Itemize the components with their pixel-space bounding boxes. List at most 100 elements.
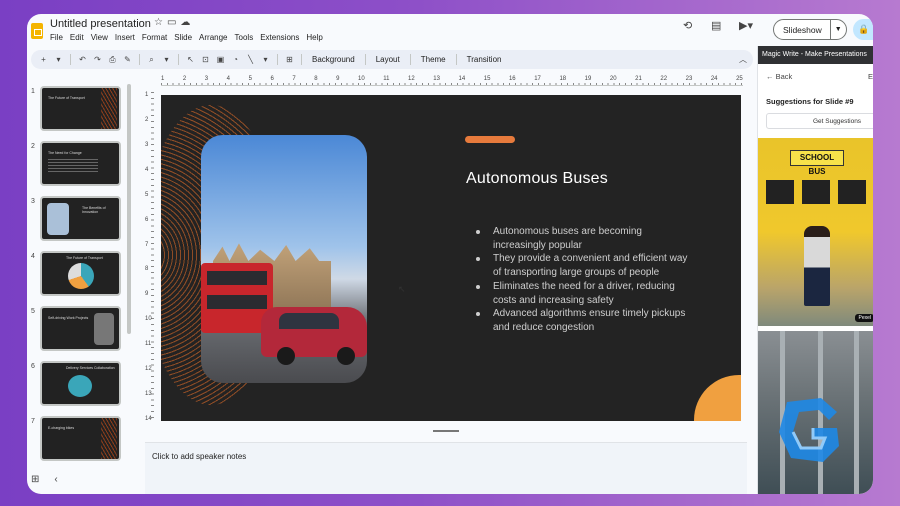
collapse-panel-icon[interactable]: ‹ <box>54 474 57 485</box>
menu-extensions[interactable]: Extensions <box>260 33 299 42</box>
slide-number: 6 <box>31 363 35 370</box>
layout-button[interactable]: Layout <box>370 55 406 64</box>
crop-icon[interactable]: ⊡ <box>198 55 213 64</box>
slide-thumbnail[interactable]: The Future of Transport <box>40 251 121 296</box>
collapse-toolbar-icon[interactable]: ︿ <box>739 54 747 65</box>
comments-icon[interactable]: ▤ <box>711 19 721 32</box>
arrow-left-icon: ← <box>766 72 776 81</box>
orange-circle-shape[interactable] <box>694 375 741 421</box>
accent-bar[interactable] <box>465 136 515 143</box>
slide-thumbnail[interactable]: The Future of Transport <box>40 86 121 131</box>
line-icon[interactable]: ╲ <box>243 55 258 64</box>
menu-slide[interactable]: Slide <box>174 33 192 42</box>
menu-tools[interactable]: Tools <box>235 33 254 42</box>
grid-view-icon[interactable]: ⊞ <box>31 474 39 485</box>
print-icon[interactable]: ⎙ <box>105 55 120 65</box>
cloud-icon[interactable]: ☁ <box>180 17 194 28</box>
ruler-tick-label: 8 <box>314 76 318 82</box>
ruler-tick-label: 6 <box>270 76 274 82</box>
thumb-decoration <box>101 88 117 129</box>
redo-icon[interactable]: ↷ <box>90 55 105 64</box>
divider <box>277 54 278 65</box>
ruler-tick-label: 19 <box>584 76 592 82</box>
paint-format-icon[interactable]: ✎ <box>120 55 135 64</box>
ruler-tick-label: 25 <box>736 76 743 82</box>
slide-thumbnail[interactable]: Self-driving Work Projects <box>40 306 121 351</box>
transition-button[interactable]: Transition <box>461 55 508 64</box>
bullet-item: Advanced algorithms ensure timely pickup… <box>473 307 693 334</box>
ruler-tick-label: 11 <box>145 341 152 348</box>
comment-icon[interactable]: ⊞ <box>282 55 297 64</box>
slide-bullet-list[interactable]: Autonomous buses are becoming increasing… <box>473 225 693 335</box>
history-icon[interactable]: ⟲ <box>683 19 692 32</box>
slide-number: 7 <box>31 418 35 425</box>
divider <box>409 54 411 65</box>
star-icon[interactable]: ☆ <box>154 17 167 28</box>
speaker-notes-placeholder: Click to add speaker notes <box>152 452 247 461</box>
theme-button[interactable]: Theme <box>415 55 452 64</box>
title-actions: ☆▭☁ <box>154 17 194 28</box>
speaker-notes[interactable]: Click to add speaker notes <box>145 442 747 494</box>
chevron-down-icon[interactable]: ▾ <box>159 55 174 64</box>
chevron-down-icon[interactable]: ▾ <box>258 55 273 64</box>
slides-logo-icon[interactable] <box>31 23 43 39</box>
ruler-tick-label: 5 <box>248 76 252 82</box>
share-lock-icon[interactable]: 🔒 <box>853 19 873 40</box>
document-title[interactable]: Untitled presentation <box>50 18 151 30</box>
slide-number: 5 <box>31 308 35 315</box>
background-button[interactable]: Background <box>306 55 361 64</box>
menu-view[interactable]: View <box>91 33 108 42</box>
ruler-tick-label: 7 <box>145 241 149 248</box>
slide-thumbnail[interactable]: The Benefits of Innovation <box>40 196 121 241</box>
ruler-tick-label: 2 <box>145 116 149 123</box>
slide-thumbnail[interactable]: E-charging bikes <box>40 416 121 461</box>
menu-file[interactable]: File <box>50 33 63 42</box>
toolbar: + ▾ ↶ ↷ ⎙ ✎ ⌕ ▾ ↖ ⊡ ▣ ◔ ╲ ▾ ⊞ Background… <box>31 50 753 69</box>
photo-wheel <box>337 347 355 365</box>
ruler-tick-label: 14 <box>145 415 152 422</box>
ruler-tick-label: 14 <box>458 76 466 82</box>
slide-heading[interactable]: Autonomous Buses <box>466 170 608 188</box>
chevron-down-icon[interactable]: ▾ <box>51 55 66 64</box>
slide-canvas[interactable]: Autonomous Buses Autonomous buses are be… <box>161 95 741 421</box>
select-icon[interactable]: ↖ <box>183 55 198 64</box>
ruler-tick-label: 1 <box>145 92 149 98</box>
new-slide-icon[interactable]: + <box>36 55 51 64</box>
ruler-tick-label: 10 <box>358 76 365 82</box>
slide-photo-london-bus[interactable] <box>201 135 367 383</box>
slide-thumbnail[interactable]: The Need for Change <box>40 141 121 186</box>
ruler-tick-label: 5 <box>145 191 149 198</box>
ruler-tick-label: 23 <box>685 76 693 82</box>
ruler-tick-label: 24 <box>710 76 718 82</box>
slideshow-button[interactable]: Slideshow ▼ <box>773 19 847 40</box>
filmstrip-scrollbar[interactable] <box>127 84 131 334</box>
image-icon[interactable]: ▣ <box>213 55 228 64</box>
ruler-tick-label: 12 <box>145 366 152 373</box>
thumb-text-lines <box>48 159 98 173</box>
filmstrip-controls: ⊞ ‹ <box>31 474 73 485</box>
menu-help[interactable]: Help <box>306 33 322 42</box>
vertical-ruler: 1 2 3 4 5 6 7 8 9 10 11 12 13 14 <box>145 92 154 422</box>
video-call-icon[interactable]: ▶▾ <box>739 19 753 32</box>
menu-edit[interactable]: Edit <box>70 33 84 42</box>
notes-resize-handle[interactable] <box>433 430 459 432</box>
menu-insert[interactable]: Insert <box>115 33 135 42</box>
get-suggestions-button[interactable]: Get Suggestions <box>766 113 873 129</box>
sidebar-edge-label: E <box>867 72 873 81</box>
bullet-item: They provide a convenient and efficient … <box>473 252 693 279</box>
folder-icon[interactable]: ▭ <box>167 17 180 28</box>
divider <box>301 54 302 65</box>
shape-icon[interactable]: ◔ <box>228 55 243 64</box>
menu-format[interactable]: Format <box>142 33 167 42</box>
menu-arrange[interactable]: Arrange <box>199 33 227 42</box>
ruler-tick-label: 20 <box>609 76 617 82</box>
suggestion-image-school-bus[interactable]: SCHOOL BUS Pexel <box>758 138 873 326</box>
undo-icon[interactable]: ↶ <box>75 55 90 64</box>
slide-thumbnail[interactable]: Delivery Services Collaboration <box>40 361 121 406</box>
back-label: Back <box>775 72 793 81</box>
bus-window <box>838 180 866 204</box>
chevron-down-icon[interactable]: ▼ <box>829 20 847 39</box>
ruler-tick-label: 17 <box>534 76 541 82</box>
zoom-icon[interactable]: ⌕ <box>144 55 159 65</box>
back-button[interactable]: ← Back <box>766 72 792 81</box>
